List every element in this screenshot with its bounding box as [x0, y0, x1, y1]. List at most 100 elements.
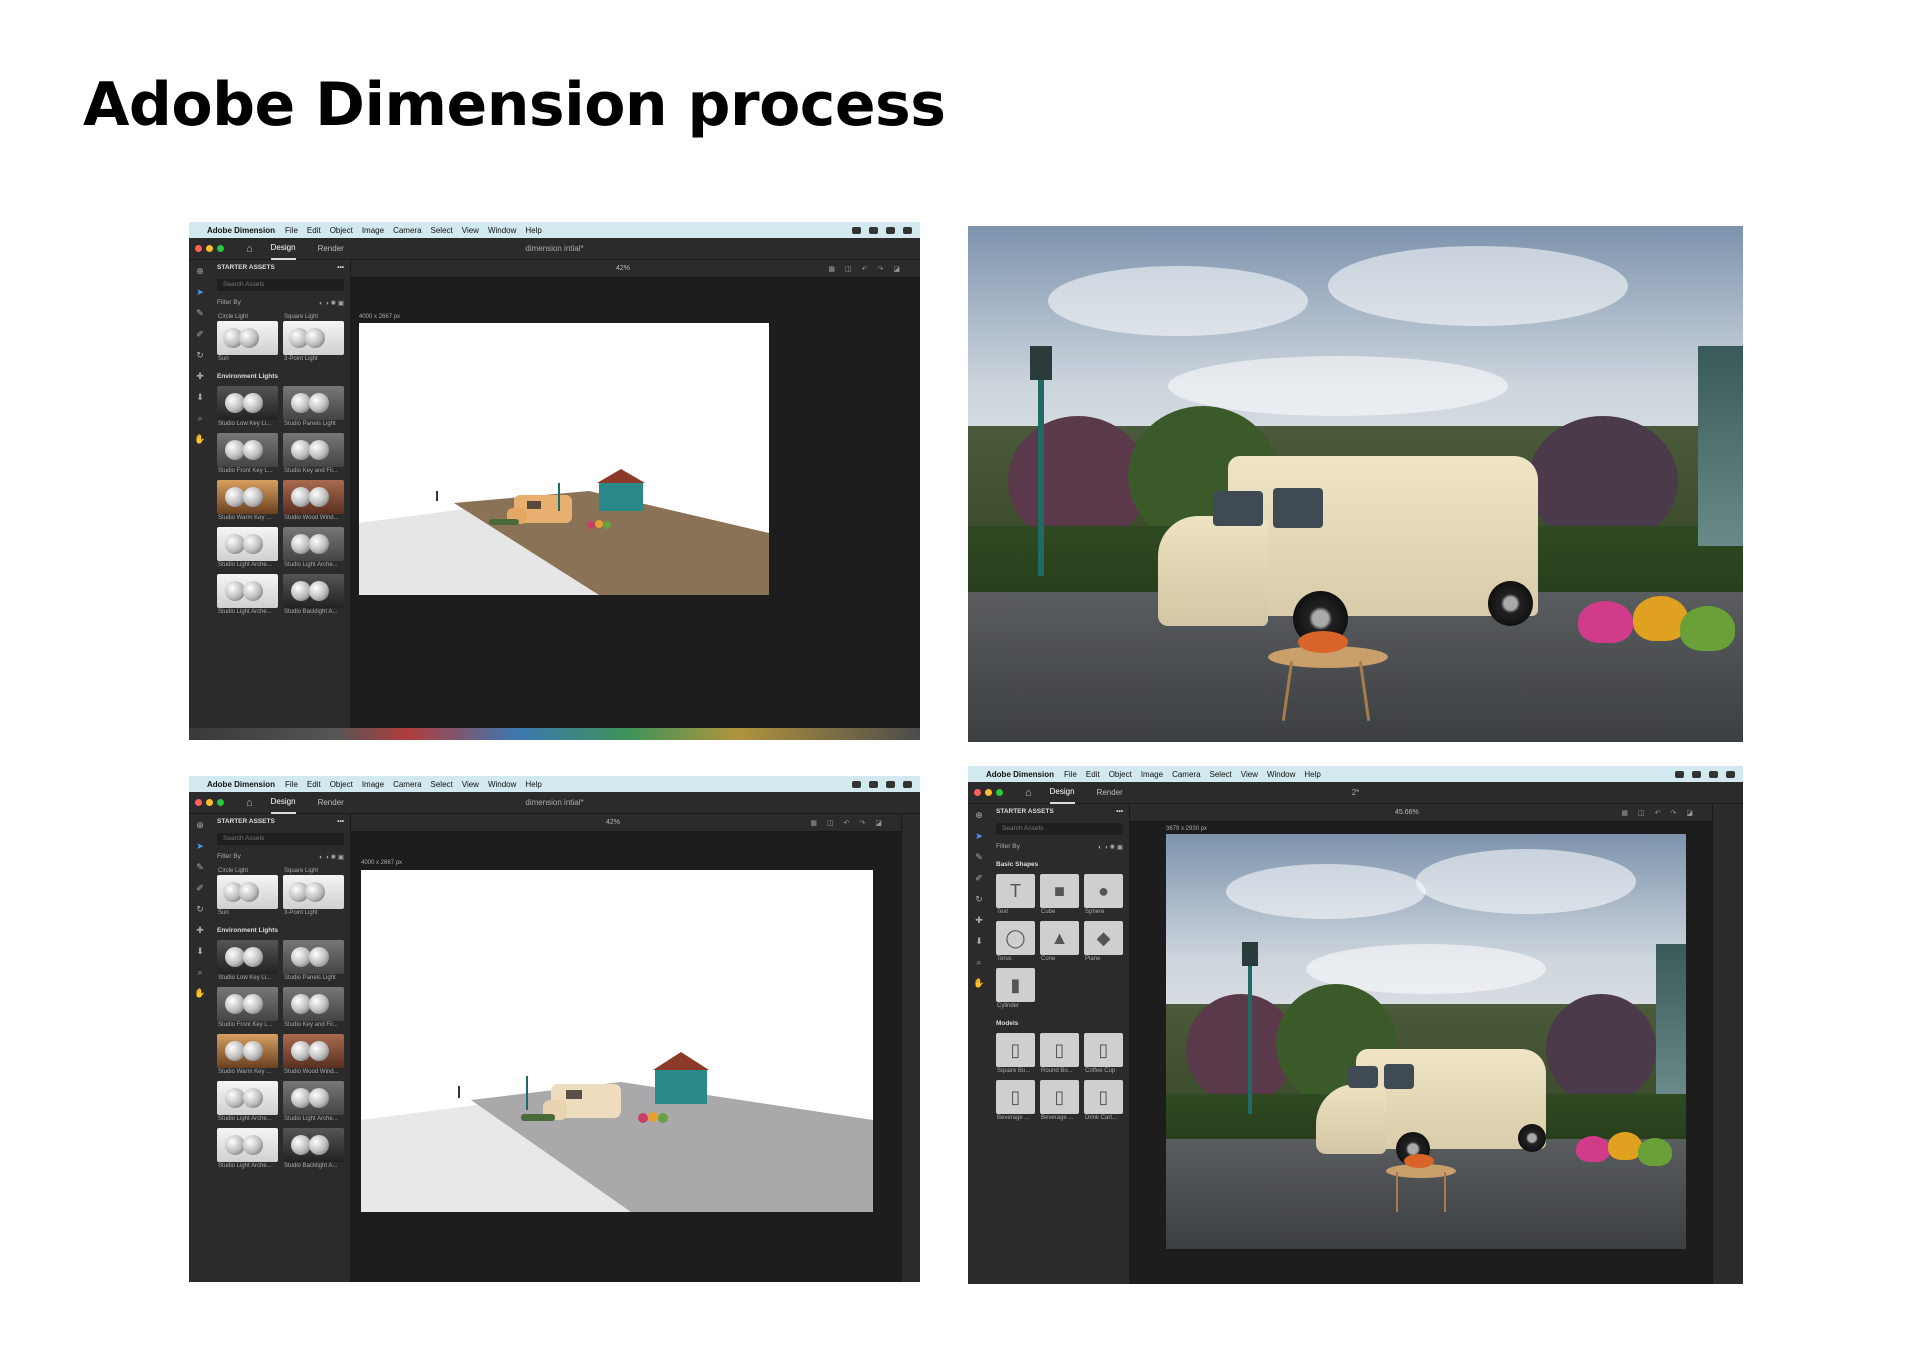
search-assets-input[interactable]: Search Assets [217, 833, 344, 845]
asset-card[interactable]: Studio Warm Key ... [217, 1034, 278, 1076]
add-icon[interactable]: ⊕ [975, 810, 983, 821]
canvas[interactable] [361, 870, 873, 1212]
cloud-icon[interactable] [852, 780, 861, 788]
menu-object[interactable]: Object [330, 226, 353, 235]
model-card[interactable]: ▯ Square Bo... [996, 1033, 1035, 1075]
shape-card-cylinder[interactable]: ▮ Cylinder [996, 968, 1035, 1010]
menu-object[interactable]: Object [330, 780, 353, 789]
menu-image[interactable]: Image [362, 226, 384, 235]
menu-camera[interactable]: Camera [1172, 770, 1200, 779]
render-preview-icon[interactable]: ◪ [875, 819, 882, 827]
redo-icon[interactable]: ↷ [878, 265, 884, 273]
dolly-icon[interactable]: ⬇ [975, 936, 983, 947]
menu-camera[interactable]: Camera [393, 226, 421, 235]
menu-help[interactable]: Help [525, 226, 541, 235]
mac-dock[interactable] [189, 728, 920, 740]
zoom-tool-icon[interactable]: ⌕ [976, 957, 981, 968]
close-icon[interactable] [195, 245, 202, 252]
asset-card[interactable]: Studio Panels Light [283, 386, 344, 428]
assets-header[interactable]: STARTER ASSETS [217, 818, 275, 825]
hand-icon[interactable]: ✋ [194, 988, 205, 999]
asset-card[interactable]: Studio Light Arche... [283, 527, 344, 569]
menu-app-name[interactable]: Adobe Dimension [207, 780, 275, 789]
menu-window[interactable]: Window [488, 226, 516, 235]
home-icon[interactable]: ⌂ [246, 797, 253, 809]
zoom-icon[interactable] [217, 245, 224, 252]
menu-select[interactable]: Select [431, 226, 453, 235]
asset-card[interactable]: Studio Light Arche... [217, 574, 278, 616]
magic-wand-icon[interactable]: ✎ [196, 308, 204, 319]
asset-card[interactable]: Studio Key and Fil... [283, 433, 344, 475]
home-icon[interactable]: ⌂ [246, 243, 253, 255]
minimize-icon[interactable] [985, 789, 992, 796]
models-section[interactable]: Models [996, 1020, 1123, 1027]
menu-app-name[interactable]: Adobe Dimension [986, 770, 1054, 779]
model-card[interactable]: ▯ Round Bo... [1040, 1033, 1079, 1075]
zoom-tool-icon[interactable]: ⌕ [197, 413, 202, 424]
tab-render[interactable]: Render [318, 238, 344, 259]
select-tool-icon[interactable]: ➤ [196, 287, 204, 298]
asset-card[interactable]: Studio Backlight A... [283, 574, 344, 616]
env-lights-section[interactable]: Environment Lights [217, 927, 344, 934]
menu-select[interactable]: Select [1210, 770, 1232, 779]
tab-render[interactable]: Render [1097, 782, 1123, 803]
asset-card[interactable]: Circle Light Sun [217, 867, 278, 917]
sampler-icon[interactable]: ✐ [196, 883, 204, 894]
search-assets-input[interactable]: Search Assets [217, 279, 344, 291]
zoom-level[interactable]: 45.66% [1395, 809, 1419, 816]
canvas[interactable] [359, 323, 769, 595]
pan-icon[interactable]: ✚ [196, 371, 204, 382]
close-icon[interactable] [195, 799, 202, 806]
menu-file[interactable]: File [285, 780, 298, 789]
menu-view[interactable]: View [462, 226, 479, 235]
menu-help[interactable]: Help [525, 780, 541, 789]
asset-card[interactable]: Studio Wood Wind... [283, 1034, 344, 1076]
menu-object[interactable]: Object [1109, 770, 1132, 779]
undo-icon[interactable]: ↶ [862, 265, 868, 273]
asset-card[interactable]: Studio Front Key L... [217, 433, 278, 475]
pan-icon[interactable]: ✚ [196, 925, 204, 936]
close-icon[interactable] [974, 789, 981, 796]
camera-icon[interactable]: ◫ [1638, 809, 1645, 817]
menu-window[interactable]: Window [1267, 770, 1295, 779]
asset-card[interactable]: Studio Backlight A... [283, 1128, 344, 1170]
tab-design[interactable]: Design [270, 237, 296, 260]
menu-edit[interactable]: Edit [1086, 770, 1100, 779]
menu-view[interactable]: View [1241, 770, 1258, 779]
battery-icon[interactable] [1709, 770, 1718, 778]
zoom-icon[interactable] [996, 789, 1003, 796]
menu-image[interactable]: Image [1141, 770, 1163, 779]
orbit-icon[interactable]: ↻ [196, 904, 204, 915]
dolly-icon[interactable]: ⬇ [196, 392, 204, 403]
hand-icon[interactable]: ✋ [194, 434, 205, 445]
filter-icons[interactable]: ◐ ◑ ✺ ▣ [1098, 843, 1123, 851]
shape-card-plane[interactable]: ◆ Plane [1084, 921, 1123, 963]
camera-icon[interactable]: ◫ [827, 819, 834, 827]
model-card[interactable]: ▯ Beverage ... [996, 1080, 1035, 1122]
select-tool-icon[interactable]: ➤ [196, 841, 204, 852]
more-icon[interactable]: ••• [337, 264, 344, 271]
shape-card-sphere[interactable]: ● Sphere [1084, 874, 1123, 916]
undo-icon[interactable]: ↶ [844, 819, 850, 827]
zoom-icon[interactable] [217, 799, 224, 806]
orbit-icon[interactable]: ↻ [975, 894, 983, 905]
wifi-icon[interactable] [903, 780, 912, 788]
menu-camera[interactable]: Camera [393, 780, 421, 789]
shape-card-cone[interactable]: ▲ Cone [1040, 921, 1079, 963]
sampler-icon[interactable]: ✐ [975, 873, 983, 884]
menu-select[interactable]: Select [431, 780, 453, 789]
wifi-icon[interactable] [903, 226, 912, 234]
asset-card[interactable]: Studio Light Arche... [283, 1081, 344, 1123]
asset-card[interactable]: Square Light 3-Point Light [283, 313, 344, 363]
menu-image[interactable]: Image [362, 780, 384, 789]
render-preview-icon[interactable]: ◪ [1686, 809, 1693, 817]
tab-design[interactable]: Design [1049, 781, 1075, 804]
asset-card[interactable]: Studio Warm Key ... [217, 480, 278, 522]
asset-card[interactable]: Studio Front Key L... [217, 987, 278, 1029]
shape-card-torus[interactable]: ◯ Torus [996, 921, 1035, 963]
more-icon[interactable]: ••• [337, 818, 344, 825]
zoom-level[interactable]: 42% [606, 819, 620, 826]
canvas-photo-render[interactable] [1166, 834, 1686, 1249]
asset-card[interactable]: Studio Light Arche... [217, 1128, 278, 1170]
redo-icon[interactable]: ↷ [860, 819, 866, 827]
